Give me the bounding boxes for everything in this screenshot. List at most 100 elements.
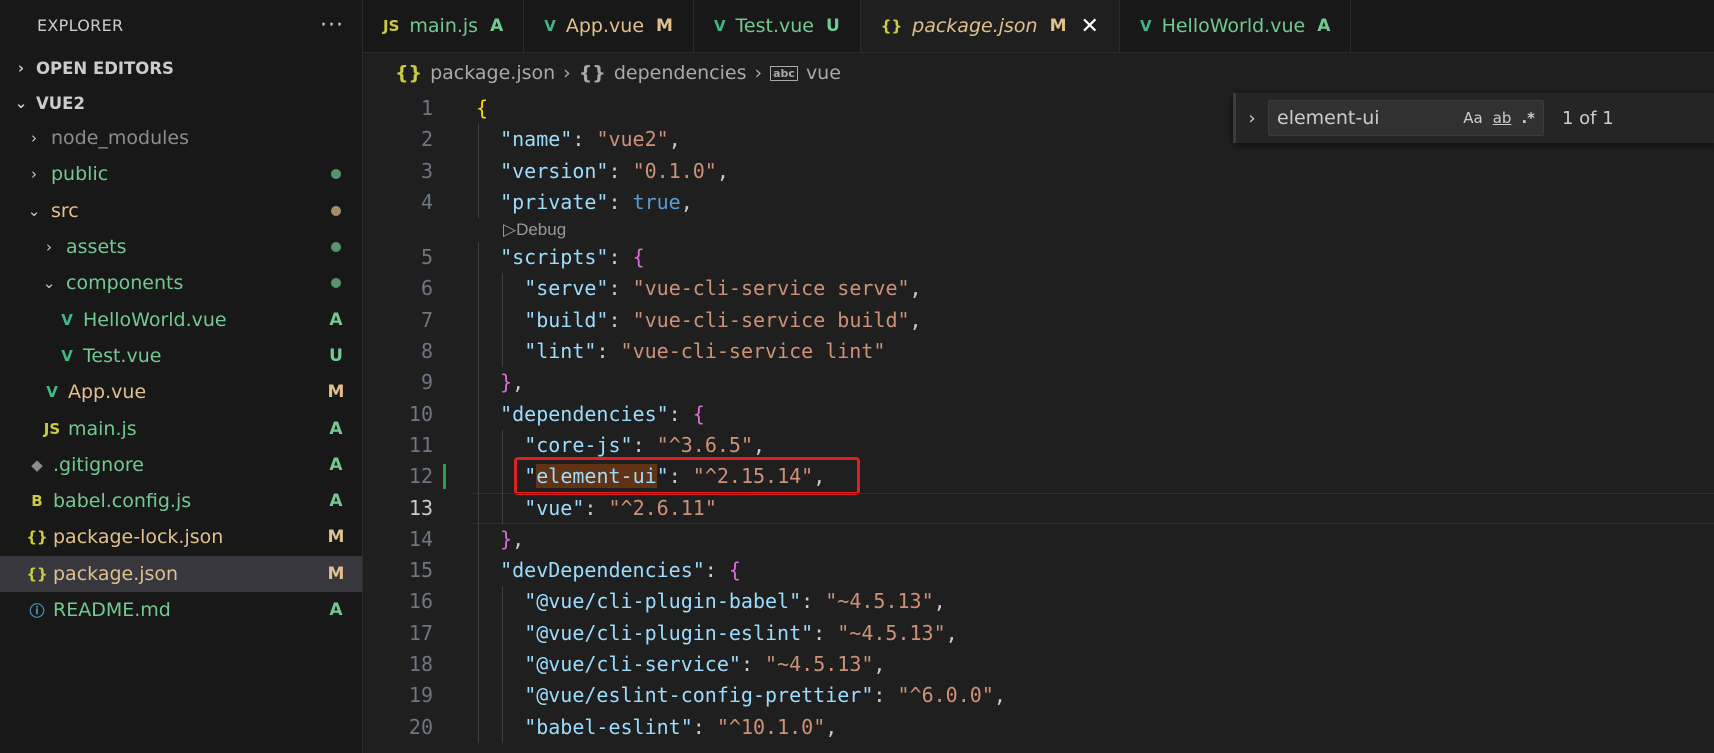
code-token: "^6.0.0" <box>897 683 994 708</box>
match-case-icon[interactable]: Aa <box>1463 109 1482 127</box>
code-token: , <box>668 127 681 152</box>
tree-item-label: assets <box>66 236 127 259</box>
explorer-title: EXPLORER <box>37 15 124 35</box>
tab-test-vue[interactable]: V Test.vue U <box>693 0 861 52</box>
info-icon: ⓘ <box>29 601 45 620</box>
regex-icon[interactable]: .* <box>1521 109 1535 127</box>
vue-file-icon: V <box>61 346 73 365</box>
tree-item[interactable]: V Test.vue U <box>0 338 362 374</box>
string-property-icon: abc <box>770 65 798 81</box>
json-file-icon: {} <box>26 564 48 583</box>
find-input-value[interactable]: element-ui <box>1277 107 1453 129</box>
code-line: 3 "version": "0.1.0", <box>363 155 1714 187</box>
line-number: 8 <box>420 339 433 364</box>
code-token: "vue-cli-service serve" <box>632 276 910 301</box>
modified-dot-icon <box>331 169 341 180</box>
tree-item[interactable]: ⓘ README.md A <box>0 592 362 628</box>
status-dot <box>310 237 362 257</box>
code-editor[interactable]: 1 {2 "name": "vue2", 3 "version": "0.1.0", 4 "… <box>363 93 1714 753</box>
modified-dot-icon <box>331 205 341 216</box>
tree-item[interactable]: ◆ .gitignore A <box>0 447 362 483</box>
indent-guide <box>478 242 479 274</box>
code-text: "vue": "^2.6.11" <box>524 493 717 524</box>
code-token: : <box>608 189 633 214</box>
code-line: 10 "dependencies": { <box>363 398 1714 430</box>
tree-item[interactable]: {} package.json M <box>0 555 362 592</box>
status-dot <box>310 273 362 293</box>
vue-file-icon: V <box>544 17 556 35</box>
tree-item[interactable]: › node_modules <box>0 120 362 156</box>
close-icon[interactable]: ✕ <box>1081 14 1099 39</box>
modified-dot-icon <box>331 242 341 253</box>
tab-package-json[interactable]: {} package.json M ✕ <box>860 0 1120 52</box>
tree-item[interactable]: › public <box>0 156 362 192</box>
open-editors-label: OPEN EDITORS <box>36 58 174 78</box>
debug-codelens-label[interactable]: ▷Debug <box>503 218 566 242</box>
open-editors-section[interactable]: › OPEN EDITORS <box>0 50 362 86</box>
tree-item-label: .gitignore <box>53 453 144 476</box>
code-token: : <box>608 245 633 270</box>
indent-guide <box>478 586 479 618</box>
breadcrumb-separator: › <box>563 62 571 84</box>
find-input[interactable]: element-ui Aa ab .* <box>1268 100 1544 136</box>
line-number: 10 <box>408 401 433 426</box>
code-token: "build" <box>524 307 609 332</box>
line-number: 11 <box>408 432 433 457</box>
tree-item[interactable]: ⌄ components <box>0 265 362 301</box>
code-token: , <box>680 189 693 214</box>
code-line: 9}, <box>363 367 1714 399</box>
indent-guide <box>478 649 479 681</box>
chevron-down-icon: ⌄ <box>14 94 28 112</box>
tab-helloworld-vue[interactable]: V HelloWorld.vue A <box>1119 0 1352 52</box>
code-token: { <box>692 401 705 426</box>
project-section[interactable]: ⌄ VUE2 <box>0 86 362 120</box>
code-token: "~4.5.13" <box>825 589 934 614</box>
tree-item[interactable]: JS main.js A <box>0 410 362 446</box>
indent-guide <box>502 336 504 368</box>
code-token: , <box>909 276 922 301</box>
code-token: , <box>512 526 525 551</box>
chevron-right-icon: › <box>31 129 37 148</box>
debug-codelens[interactable]: ▷Debug <box>363 218 1714 242</box>
tab-git-status: M <box>1049 16 1067 36</box>
code-text: }, <box>500 367 524 398</box>
tab-git-status: M <box>656 16 673 36</box>
vue-file-icon: V <box>61 310 73 329</box>
tree-item-label: HelloWorld.vue <box>83 308 227 331</box>
code-token: , <box>873 652 886 677</box>
indent-guide <box>502 711 504 743</box>
more-actions-icon[interactable]: ··· <box>320 13 344 38</box>
tab-main-js[interactable]: JS main.js A <box>363 0 525 52</box>
tree-item[interactable]: V App.vue M <box>0 374 362 410</box>
code-token: { <box>476 96 489 120</box>
chevron-right-icon: › <box>46 238 52 257</box>
chevron-down-icon: ⌄ <box>27 201 41 220</box>
breadcrumb-section[interactable]: dependencies <box>614 62 747 84</box>
code-text: "scripts": { <box>500 242 645 273</box>
toggle-replace-icon[interactable]: › <box>1236 108 1268 129</box>
tree-item[interactable]: ⌄ src <box>0 193 362 229</box>
tree-item[interactable]: V HelloWorld.vue A <box>0 301 362 337</box>
match-whole-word-icon[interactable]: ab <box>1493 109 1512 127</box>
json-file-icon: {} <box>26 528 48 547</box>
breadcrumb-file[interactable]: package.json <box>430 62 555 84</box>
tree-item[interactable]: Bbabel.config.js A <box>0 483 362 519</box>
vue-file-icon: V <box>1139 17 1152 35</box>
code-text: "build": "vue-cli-service build", <box>524 305 921 336</box>
git-file-icon: ◆ <box>31 455 43 474</box>
line-number: 16 <box>408 589 433 614</box>
breadcrumb-key[interactable]: vue <box>806 62 841 84</box>
line-number: 17 <box>408 620 433 645</box>
tree-item[interactable]: › assets <box>0 229 362 265</box>
tree-item[interactable]: {} package-lock.json M <box>0 519 362 555</box>
line-number: 13 <box>408 495 433 520</box>
code-token: "^2.6.11" <box>608 495 717 520</box>
code-line: 20 "babel-eslint": "^10.1.0", <box>363 711 1714 743</box>
code-line: 12 "element-ui": "^2.15.14", <box>363 457 1714 496</box>
code-token: , <box>752 432 766 457</box>
tab-app-vue[interactable]: V App.vue M <box>524 0 694 52</box>
tree-item-label: components <box>66 272 184 295</box>
git-status-badge: A <box>329 418 343 439</box>
indent-guide <box>478 124 479 156</box>
indent-guide <box>478 155 479 187</box>
